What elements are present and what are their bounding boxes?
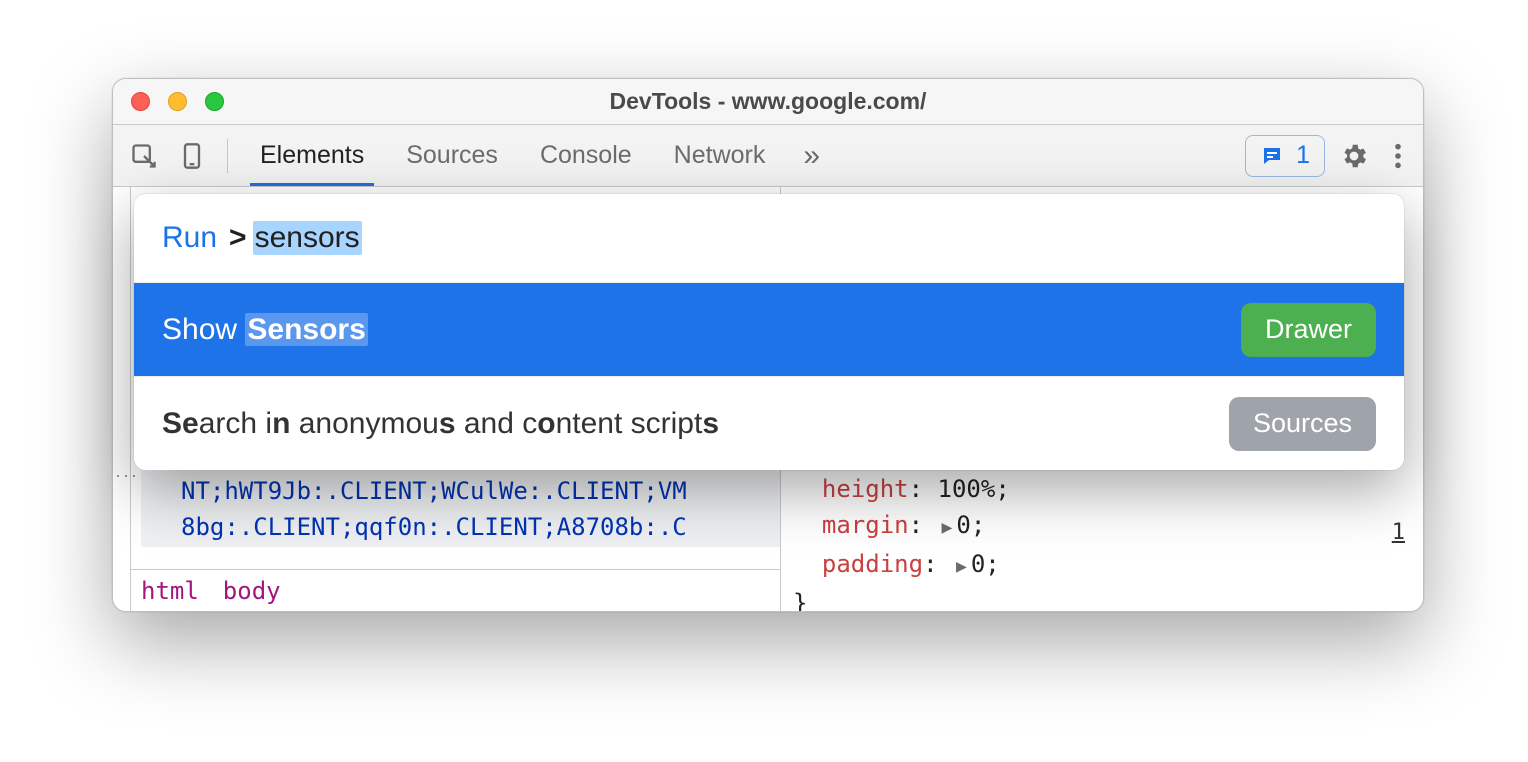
minimize-icon[interactable]: [168, 92, 187, 111]
result-text: Search in anonymous and content scripts: [162, 407, 719, 441]
chat-icon: [1260, 144, 1284, 168]
css-rule: padding: ▶0;: [793, 546, 1411, 585]
elements-code-line: 8bg:.CLIENT;qqf0n:.CLIENT;A8708b:.C: [181, 509, 780, 545]
breadcrumb[interactable]: html body: [131, 569, 780, 611]
feedback-button[interactable]: 1: [1245, 135, 1325, 177]
kebab-icon[interactable]: [1383, 142, 1413, 170]
css-brace: }: [793, 585, 1411, 612]
css-rule: height: 100%;: [793, 471, 1411, 507]
command-result[interactable]: Search in anonymous and content scripts …: [134, 376, 1404, 470]
styles-source-link[interactable]: 1: [1392, 515, 1405, 551]
settings-icon[interactable]: [1331, 141, 1377, 171]
more-tabs-icon[interactable]: »: [789, 139, 834, 173]
separator: [227, 139, 228, 173]
result-badge: Sources: [1229, 397, 1376, 451]
tab-console[interactable]: Console: [522, 125, 650, 186]
run-prefix: >: [229, 221, 247, 255]
inspect-icon[interactable]: [123, 135, 165, 177]
traffic-lights: [131, 92, 224, 111]
command-result[interactable]: Show Sensors Drawer: [134, 282, 1404, 376]
command-query: sensors: [253, 221, 362, 255]
run-label: Run: [162, 221, 217, 255]
result-text: Show Sensors: [162, 313, 368, 347]
close-icon[interactable]: [131, 92, 150, 111]
css-rule: margin: ▶0;: [793, 507, 1411, 546]
expand-icon[interactable]: ▶: [956, 549, 967, 585]
command-input-row[interactable]: Run >sensors: [134, 194, 1404, 282]
result-badge: Drawer: [1241, 303, 1376, 357]
tab-network[interactable]: Network: [656, 125, 784, 186]
gutter: ···: [113, 187, 131, 611]
elements-code-line: NT;hWT9Jb:.CLIENT;WCulWe:.CLIENT;VM: [181, 473, 780, 509]
feedback-count: 1: [1296, 141, 1310, 170]
command-menu: Run >sensors Show Sensors Drawer Search …: [134, 194, 1404, 470]
toggle-device-icon[interactable]: [171, 135, 213, 177]
breadcrumb-item[interactable]: html: [141, 577, 199, 605]
titlebar: DevTools - www.google.com/: [113, 79, 1423, 125]
tab-elements[interactable]: Elements: [242, 125, 382, 186]
breadcrumb-item[interactable]: body: [223, 577, 281, 605]
tab-sources[interactable]: Sources: [388, 125, 516, 186]
maximize-icon[interactable]: [205, 92, 224, 111]
expand-icon[interactable]: ▶: [942, 510, 953, 546]
main-toolbar: Elements Sources Console Network » 1: [113, 125, 1423, 187]
window-title: DevTools - www.google.com/: [113, 88, 1423, 115]
